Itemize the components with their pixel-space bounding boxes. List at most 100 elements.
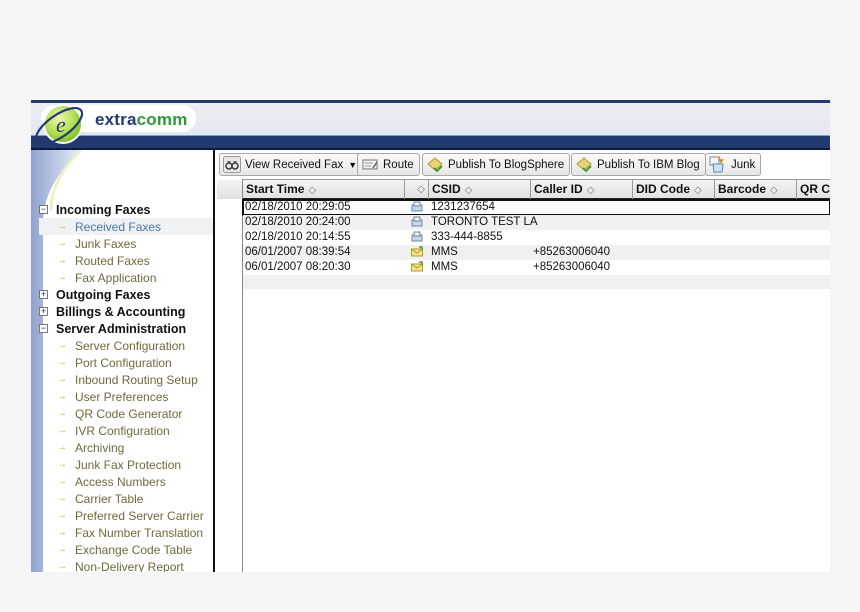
sidebar-item-label: Server Configuration [75,338,186,353]
arrow-icon: → [57,374,67,385]
table-row[interactable]: 02/18/2010 20:24:00 TORONTO TEST LA [243,215,830,230]
column-header-qr-code[interactable]: QR Co [797,180,830,199]
column-label: Barcode [718,182,767,196]
tree-group-outgoing-faxes[interactable]: + Outgoing Faxes [39,286,213,303]
dropdown-arrow-icon[interactable]: ▼ [348,160,357,170]
grid-rows: 02/18/2010 20:29:05 1231237654 02/18/201… [242,199,830,289]
table-row[interactable]: 02/18/2010 20:14:55 333-444-8855 [243,230,830,245]
collapse-icon[interactable]: − [39,324,48,333]
app-header: e extracomm [31,100,830,150]
column-label: Caller ID [534,182,583,196]
sidebar-item-archiving[interactable]: → Archiving [39,439,213,456]
arrow-icon: → [57,272,67,283]
table-row[interactable]: 06/01/2007 08:20:30 MMS +85263006040 [243,260,830,275]
sidebar-item-server-configuration[interactable]: → Server Configuration [39,337,213,354]
sidebar-item-label: Preferred Server Carrier [75,508,204,523]
sidebar-item-label: Port Configuration [75,355,172,370]
sidebar-item-preferred-server-carrier[interactable]: → Preferred Server Carrier [39,507,213,524]
extracomm-app-window: e extracomm − Incoming Faxes → Received F… [31,100,830,572]
route-icon [362,159,378,170]
sidebar-item-carrier-table[interactable]: → Carrier Table [39,490,213,507]
table-row[interactable]: 02/18/2010 20:29:05 1231237654 [242,199,830,216]
column-header-start-time[interactable]: Start Time ◇ [243,180,405,199]
arrow-icon: → [57,408,67,419]
svg-text:e: e [56,112,66,137]
sidebar-item-fax-number-translation[interactable]: → Fax Number Translation [39,524,213,541]
publish-to-ibm-blog-button[interactable]: Publish To IBM Blog [571,153,706,176]
sidebar-item-label: QR Code Generator [75,406,183,421]
sidebar-item-port-configuration[interactable]: → Port Configuration [39,354,213,371]
sidebar-item-label: Routed Faxes [75,253,150,268]
column-label: Start Time [246,182,305,196]
sidebar-item-junk-fax-protection[interactable]: → Junk Fax Protection [39,456,213,473]
sidebar-item-inbound-routing-setup[interactable]: → Inbound Routing Setup [39,371,213,388]
column-header-caller-id[interactable]: Caller ID ◇ [531,180,633,199]
sidebar-item-received-faxes[interactable]: → Received Faxes [39,218,213,235]
cell-start-time: 06/01/2007 08:39:54 [245,246,351,258]
sidebar-item-ivr-configuration[interactable]: → IVR Configuration [39,422,213,439]
publish-to-blogsphere-button[interactable]: Publish To BlogSphere [422,153,571,176]
arrow-icon: → [57,391,67,402]
group-label: Server Administration [56,321,187,336]
arrow-icon: → [57,340,67,351]
cell-start-time: 02/18/2010 20:14:55 [245,231,351,243]
sidebar-item-label: Received Faxes [75,219,162,234]
sort-icon[interactable]: ◇ [417,180,425,199]
sidebar-item-non-delivery-report[interactable]: → Non-Delivery Report [39,558,213,573]
column-header-did-code[interactable]: DID Code ◇ [633,180,715,199]
tree-group-billings-accounting[interactable]: + Billings & Accounting [39,303,213,320]
navigation-tree: − Incoming Faxes → Received Faxes → Junk F… [39,201,213,572]
sort-icon[interactable]: ◇ [465,185,473,196]
arrow-icon: → [57,476,67,487]
sidebar-item-access-numbers[interactable]: → Access Numbers [39,473,213,490]
junk-button[interactable]: Junk [705,153,762,176]
button-label: Publish To IBM Blog [597,158,700,171]
tree-group-incoming-faxes[interactable]: − Incoming Faxes [39,201,213,218]
sidebar-item-label: Carrier Table [75,491,144,506]
sort-icon[interactable]: ◇ [694,185,702,196]
collapse-icon[interactable]: − [39,205,48,214]
column-header-csid[interactable]: CSID ◇ [429,180,531,199]
arrow-icon: → [57,238,67,249]
button-label: View Received Fax [245,158,344,171]
arrow-icon: → [57,357,67,368]
sidebar-item-label: Archiving [75,440,125,455]
expand-icon[interactable]: + [39,290,48,299]
toolbar: View Received Fax ▼ Route Publish To Blo… [217,150,830,179]
arrow-icon: → [57,493,67,504]
cell-csid: MMS [431,246,458,258]
sidebar-item-exchange-code-table[interactable]: → Exchange Code Table [39,541,213,558]
fax-icon [411,201,423,212]
sidebar-item-label: Exchange Code Table [75,542,193,557]
expand-icon[interactable]: + [39,307,48,316]
sidebar-item-label: Fax Application [75,270,157,285]
arrow-icon: → [57,255,67,266]
arrow-icon: → [57,459,67,470]
column-label: QR Co [800,182,830,196]
table-row[interactable]: 06/01/2007 08:39:54 MMS +85263006040 [243,245,830,260]
sidebar-item-junk-faxes[interactable]: → Junk Faxes [39,235,213,252]
arrow-icon: → [57,221,67,232]
group-label: Outgoing Faxes [56,287,151,302]
column-header-type[interactable]: ◇ [405,180,429,199]
column-label: DID Code [636,182,690,196]
grid-header: Start Time ◇ ◇ CSID ◇ Caller ID ◇ DID Code ◇… [217,179,830,200]
column-header-barcode[interactable]: Barcode ◇ [715,180,797,199]
view-received-fax-button[interactable]: View Received Fax ▼ [219,153,364,176]
sidebar-item-routed-faxes[interactable]: → Routed Faxes [39,252,213,269]
sidebar-item-label: Junk Fax Protection [75,457,182,472]
received-faxes-grid: Start Time ◇ ◇ CSID ◇ Caller ID ◇ DID Code ◇… [217,179,830,572]
route-button[interactable]: Route [357,153,420,176]
sidebar-item-fax-application[interactable]: → Fax Application [39,269,213,286]
cell-csid: 333-444-8855 [431,231,503,243]
sort-icon[interactable]: ◇ [308,185,316,196]
sidebar-item-label: Non-Delivery Report [75,559,184,573]
publish-icon [576,157,592,173]
sort-icon[interactable]: ◇ [770,185,778,196]
sort-icon[interactable]: ◇ [587,185,595,196]
sidebar-item-qr-code-generator[interactable]: → QR Code Generator [39,405,213,422]
sidebar-item-label: Fax Number Translation [75,525,204,540]
cell-caller-id: +85263006040 [533,246,611,258]
tree-group-server-administration[interactable]: − Server Administration [39,320,213,337]
sidebar-item-user-preferences[interactable]: → User Preferences [39,388,213,405]
